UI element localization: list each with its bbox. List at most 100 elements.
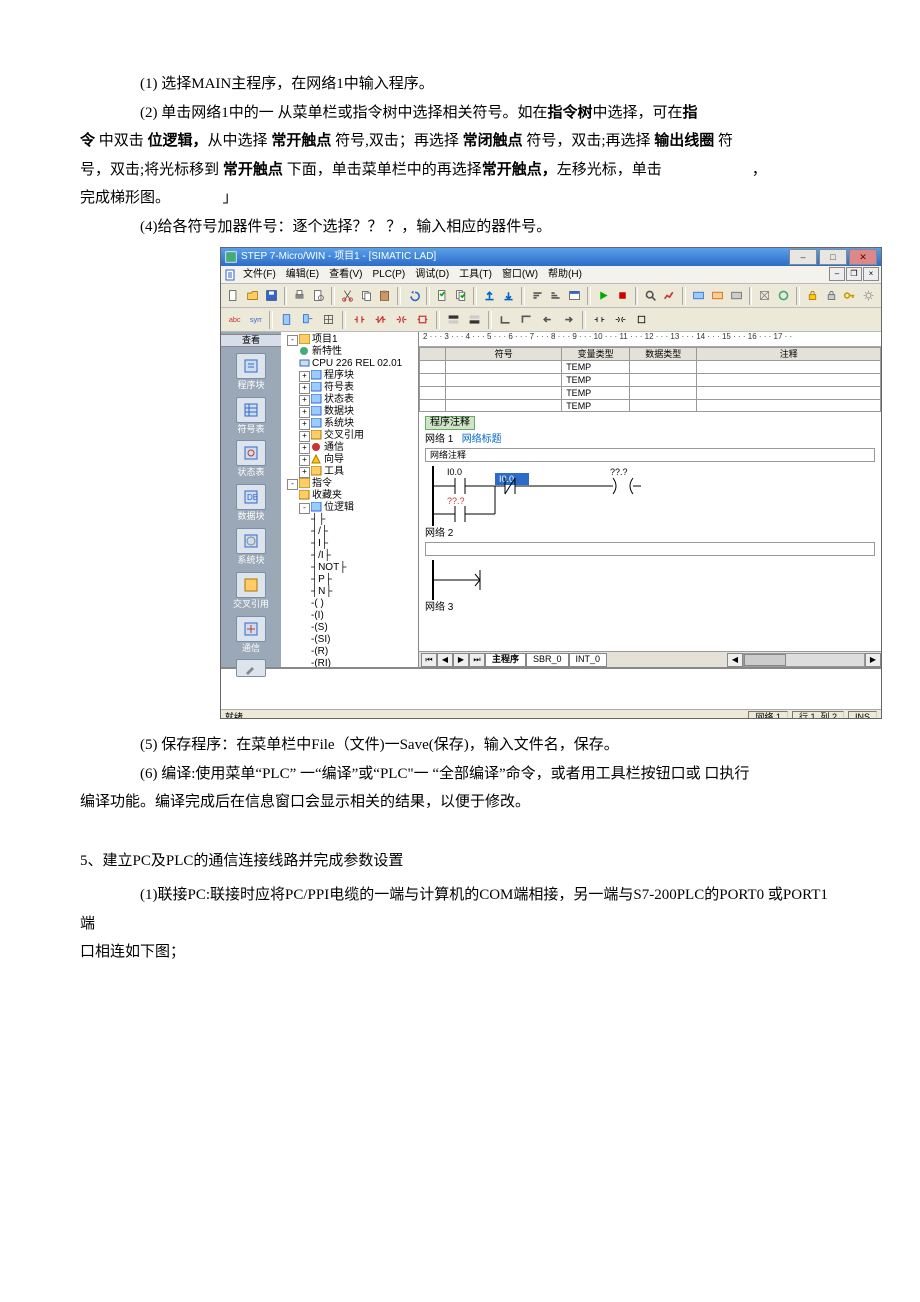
nav-cross-ref[interactable]: 交叉引用 xyxy=(230,572,272,610)
tab-last-button[interactable]: ⏭ xyxy=(469,653,485,667)
output-window[interactable] xyxy=(221,667,881,709)
insert-coil-icon[interactable] xyxy=(611,310,630,329)
menu-tools[interactable]: 工具(T) xyxy=(455,269,496,281)
window-titlebar[interactable]: STEP 7-Micro/WIN - 项目1 - [SIMATIC LAD] –… xyxy=(221,248,881,266)
doc-close-button[interactable]: × xyxy=(863,267,879,281)
nav-communications[interactable]: 通信 xyxy=(230,616,272,654)
options-icon[interactable] xyxy=(566,286,583,305)
network-comment[interactable]: 网络注释 xyxy=(425,448,875,462)
contact-nc-icon[interactable] xyxy=(371,310,390,329)
tab-sbr0[interactable]: SBR_0 xyxy=(526,653,569,667)
new-icon[interactable] xyxy=(225,286,242,305)
chart-icon[interactable] xyxy=(661,286,678,305)
tab-int0[interactable]: INT_0 xyxy=(569,653,608,667)
tree-contact-ni[interactable]: ┤/I├ xyxy=(309,550,418,562)
menu-plc[interactable]: PLC(P) xyxy=(368,269,409,281)
line-up-icon[interactable] xyxy=(517,310,536,329)
nav-system-block[interactable]: 系统块 xyxy=(230,528,272,566)
lock2-icon[interactable] xyxy=(823,286,840,305)
table-row[interactable]: TEMP xyxy=(420,387,881,400)
elem-icon[interactable] xyxy=(775,286,792,305)
lock-icon[interactable] xyxy=(804,286,821,305)
insert-contact-icon[interactable] xyxy=(590,310,609,329)
compile-icon[interactable] xyxy=(434,286,451,305)
upload-icon[interactable] xyxy=(481,286,498,305)
doc-restore-button[interactable]: ❐ xyxy=(846,267,862,281)
line-left-icon[interactable] xyxy=(538,310,557,329)
stop-icon[interactable] xyxy=(614,286,631,305)
line-right-icon[interactable] xyxy=(559,310,578,329)
insert-box-icon[interactable] xyxy=(632,310,651,329)
tree-coil-si[interactable]: -(SI) xyxy=(309,634,418,646)
grid-icon[interactable] xyxy=(319,310,338,329)
tree-coil-i[interactable]: -(I) xyxy=(309,610,418,622)
tree-n[interactable]: ┤N├ xyxy=(309,586,418,598)
paste-icon[interactable] xyxy=(377,286,394,305)
bookmark-next-icon[interactable] xyxy=(298,310,317,329)
minimize-button[interactable]: – xyxy=(789,249,817,265)
preview-icon[interactable] xyxy=(310,286,327,305)
box-icon[interactable] xyxy=(413,310,432,329)
unforce-icon[interactable] xyxy=(728,286,745,305)
menu-window[interactable]: 窗口(W) xyxy=(498,269,542,281)
toggle1-icon[interactable]: abc xyxy=(225,310,244,329)
local-variable-table[interactable]: 符号 变量类型 数据类型 注释 TEMP TEMP TEMP TEMP xyxy=(419,347,881,412)
program-comment-label[interactable]: 程序注释 xyxy=(425,416,475,430)
run-icon[interactable] xyxy=(595,286,612,305)
undo-icon[interactable] xyxy=(405,286,422,305)
instruction-tree[interactable]: -项目1 新特性 CPU 226 REL 02.01 +程序块 +符号表 +状态… xyxy=(281,332,419,667)
tab-prev-button[interactable]: ◀ xyxy=(437,653,453,667)
open-icon[interactable] xyxy=(244,286,261,305)
tree-contact-no[interactable]: ┤├ xyxy=(309,514,418,526)
tree-coil-s[interactable]: -(S) xyxy=(309,622,418,634)
net-insert-icon[interactable] xyxy=(444,310,463,329)
tab-next-button[interactable]: ▶ xyxy=(453,653,469,667)
tree-contact-nc[interactable]: ┤/├ xyxy=(309,526,418,538)
tree-coil[interactable]: -( ) xyxy=(309,598,418,610)
coil-icon[interactable] xyxy=(392,310,411,329)
print-icon[interactable] xyxy=(291,286,308,305)
sort-asc-icon[interactable] xyxy=(529,286,546,305)
close-button[interactable]: ✕ xyxy=(849,249,877,265)
menu-view[interactable]: 查看(V) xyxy=(325,269,366,281)
gear-icon[interactable] xyxy=(860,286,877,305)
tree-contact-i[interactable]: ┤I├ xyxy=(309,538,418,550)
maximize-button[interactable]: □ xyxy=(819,249,847,265)
download-icon[interactable] xyxy=(500,286,517,305)
table-row[interactable]: TEMP xyxy=(420,400,881,413)
sort-desc-icon[interactable] xyxy=(548,286,565,305)
nav-status-chart[interactable]: 状态表 xyxy=(230,440,272,478)
expand-icon[interactable]: - xyxy=(287,335,298,346)
line-down-icon[interactable] xyxy=(496,310,515,329)
nav-symbol-table[interactable]: 符号表 xyxy=(230,397,272,435)
key-icon[interactable] xyxy=(841,286,858,305)
nav-data-block[interactable]: DB数据块 xyxy=(230,484,272,522)
menu-edit[interactable]: 编辑(E) xyxy=(282,269,323,281)
nav-program-block[interactable]: 程序块 xyxy=(230,353,272,391)
bookmark-icon[interactable] xyxy=(277,310,296,329)
toggle2-icon[interactable]: sym xyxy=(246,310,265,329)
copy-icon[interactable] xyxy=(358,286,375,305)
menu-help[interactable]: 帮助(H) xyxy=(544,269,586,281)
tab-first-button[interactable]: ⏮ xyxy=(421,653,437,667)
ladder-rung-2[interactable] xyxy=(425,560,705,600)
save-icon[interactable] xyxy=(263,286,280,305)
net-delete-icon[interactable] xyxy=(465,310,484,329)
ladder-rung-1[interactable]: I0.0 I0.0 ??.? xyxy=(425,466,705,526)
force-icon[interactable] xyxy=(709,286,726,305)
monitor-icon[interactable] xyxy=(642,286,659,305)
network-2-comment[interactable] xyxy=(425,542,875,556)
contact-no-icon[interactable] xyxy=(350,310,369,329)
table-row[interactable]: TEMP xyxy=(420,374,881,387)
tree-coil-r[interactable]: -(R) xyxy=(309,646,418,658)
table-row[interactable]: TEMP xyxy=(420,361,881,374)
menu-debug[interactable]: 调试(D) xyxy=(411,269,453,281)
compile-all-icon[interactable] xyxy=(453,286,470,305)
horizontal-scrollbar[interactable]: ◀ ▶ xyxy=(727,653,881,667)
tree-coil-ri[interactable]: -(RI) xyxy=(309,658,418,667)
status-icon[interactable] xyxy=(690,286,707,305)
nav-tools[interactable]: 工具 xyxy=(230,659,272,689)
doc-minimize-button[interactable]: – xyxy=(829,267,845,281)
tree-p[interactable]: ┤P├ xyxy=(309,574,418,586)
ladder-area[interactable]: 程序注释 网络 1 网络标题 网络注释 I0.0 I0.0 xyxy=(419,412,881,651)
